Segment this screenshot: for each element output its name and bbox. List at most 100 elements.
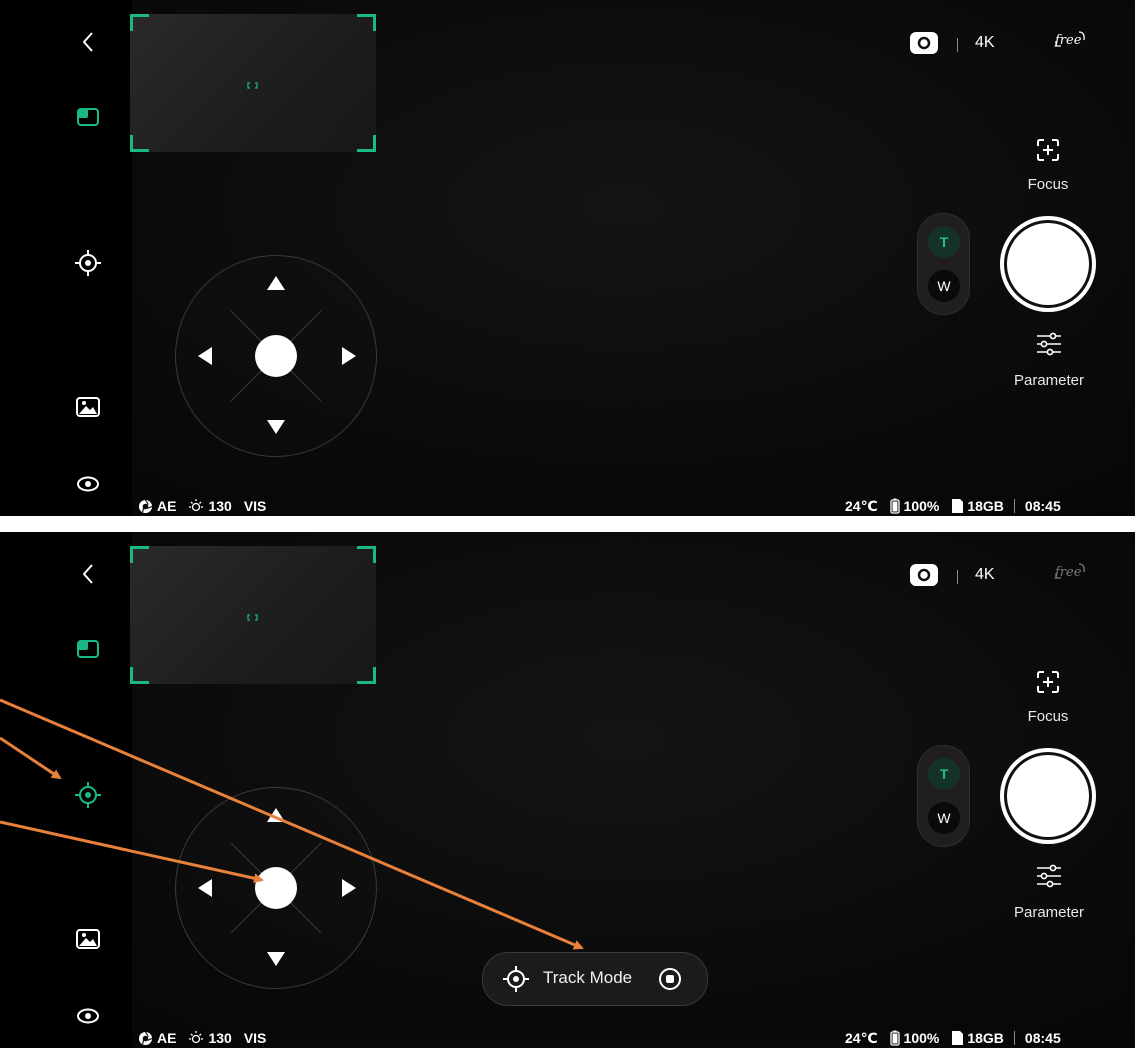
preview-window-button[interactable] — [68, 97, 108, 137]
back-chevron-icon — [82, 32, 93, 52]
visibility-button[interactable] — [68, 996, 108, 1036]
visibility-button[interactable] — [68, 464, 108, 504]
parameter-button[interactable]: Parameter — [1004, 332, 1094, 392]
pip-preview-window[interactable] — [130, 546, 376, 684]
free-mode-icon: free — [1054, 31, 1085, 48]
preview-window-button[interactable] — [68, 629, 108, 669]
exposure-mode: AE — [157, 1030, 177, 1046]
gallery-button[interactable] — [68, 387, 108, 427]
temperature: 24℃ — [845, 497, 878, 514]
battery-level: 100% — [903, 498, 940, 514]
top-status-bar: 4K free — [905, 28, 1105, 58]
zoom-tele-button[interactable]: T — [928, 758, 960, 790]
sliders-icon — [1037, 332, 1061, 356]
aperture-icon — [138, 1031, 153, 1045]
parameter-label: Parameter — [1013, 904, 1085, 921]
battery-level: 100% — [903, 1030, 940, 1046]
joystick-left-arrow-icon[interactable] — [198, 879, 212, 897]
zoom-tele-button[interactable]: T — [928, 226, 960, 258]
parameter-label: Parameter — [1013, 372, 1085, 389]
track-mode-toast[interactable]: Track Mode — [482, 952, 708, 1006]
preview-window-icon — [77, 108, 99, 126]
battery-icon — [889, 498, 900, 514]
joystick-knob[interactable] — [255, 335, 297, 377]
photo-mode-icon[interactable] — [909, 563, 939, 587]
temperature: 24℃ — [845, 1029, 878, 1046]
eye-icon — [77, 476, 99, 492]
focus-frame-icon — [1037, 139, 1059, 161]
focus-label: Focus — [1027, 176, 1069, 193]
status-right: 24℃ 100% 18GB 08:45 — [845, 497, 1061, 515]
battery-icon — [889, 1030, 900, 1046]
stop-track-icon[interactable] — [657, 966, 683, 992]
camera-screen-before: 4K free Focus T W Parameter AE 130 VIS 2… — [0, 0, 1135, 516]
photo-mode-icon[interactable] — [909, 31, 939, 55]
pip-preview-window[interactable] — [130, 14, 376, 152]
iso-value: 130 — [208, 1030, 232, 1046]
zoom-toggle[interactable]: T W — [917, 745, 970, 847]
joystick-knob[interactable] — [255, 867, 297, 909]
resolution-label[interactable]: 4K — [975, 34, 995, 52]
storage-remaining: 18GB — [967, 1030, 1004, 1046]
gallery-icon — [76, 929, 100, 949]
sensor-mode: VIS — [243, 1030, 267, 1046]
gimbal-joystick[interactable] — [175, 255, 377, 457]
free-mode-badge[interactable]: free — [1053, 560, 1087, 586]
focus-button[interactable]: Focus — [1020, 670, 1076, 730]
joystick-up-arrow-icon[interactable] — [267, 808, 285, 822]
sliders-icon — [1037, 864, 1061, 888]
focus-label: Focus — [1027, 708, 1069, 725]
track-target-icon — [503, 966, 529, 992]
iso-value: 130 — [208, 498, 232, 514]
brightness-icon — [189, 499, 204, 512]
joystick-right-arrow-icon[interactable] — [342, 347, 356, 365]
zoom-wide-button[interactable]: W — [928, 802, 960, 834]
joystick-right-arrow-icon[interactable] — [342, 879, 356, 897]
tutorial-page: 4K free Focus T W Parameter AE 130 VIS 2… — [0, 0, 1135, 1048]
shutter-button[interactable] — [1000, 216, 1096, 312]
free-mode-icon: free — [1054, 563, 1085, 580]
track-target-button[interactable] — [68, 243, 108, 283]
zoom-wide-button[interactable]: W — [928, 270, 960, 302]
track-target-button-active[interactable] — [68, 775, 108, 815]
shutter-button[interactable] — [1000, 748, 1096, 844]
left-sidebar — [0, 0, 132, 516]
top-status-bar: 4K free — [905, 560, 1105, 590]
target-icon — [75, 250, 101, 276]
joystick-up-arrow-icon[interactable] — [267, 276, 285, 290]
back-button[interactable] — [68, 554, 108, 594]
camera-screen-after: 4K free Focus T W Parameter Track Mode A… — [0, 532, 1135, 1048]
track-mode-label: Track Mode — [543, 968, 633, 987]
exposure-mode: AE — [157, 498, 177, 514]
joystick-left-arrow-icon[interactable] — [198, 347, 212, 365]
sd-card-icon — [952, 499, 964, 513]
left-sidebar — [0, 532, 132, 1048]
storage-remaining: 18GB — [967, 498, 1004, 514]
status-left: AE 130 VIS — [138, 497, 266, 515]
status-left: AE 130 VIS — [138, 1029, 266, 1047]
brightness-icon — [189, 1031, 204, 1044]
zoom-toggle[interactable]: T W — [917, 213, 970, 315]
gimbal-joystick[interactable] — [175, 787, 377, 989]
sensor-mode: VIS — [243, 498, 267, 514]
focus-frame-icon — [1037, 671, 1059, 693]
sd-card-icon — [952, 1031, 964, 1045]
center-reticle-icon — [247, 614, 258, 621]
eye-icon — [77, 1008, 99, 1024]
back-button[interactable] — [68, 22, 108, 62]
joystick-down-arrow-icon[interactable] — [267, 420, 285, 434]
free-mode-badge[interactable]: free — [1053, 28, 1087, 54]
joystick-down-arrow-icon[interactable] — [267, 952, 285, 966]
aperture-icon — [138, 499, 153, 513]
preview-window-icon — [77, 640, 99, 658]
back-chevron-icon — [82, 564, 93, 584]
focus-button[interactable]: Focus — [1020, 138, 1076, 198]
parameter-button[interactable]: Parameter — [1004, 864, 1094, 924]
clock-time: 08:45 — [1024, 1030, 1061, 1046]
gallery-button[interactable] — [68, 919, 108, 959]
target-icon — [75, 782, 101, 808]
resolution-label[interactable]: 4K — [975, 566, 995, 584]
gallery-icon — [76, 397, 100, 417]
center-reticle-icon — [247, 82, 258, 89]
clock-time: 08:45 — [1024, 498, 1061, 514]
